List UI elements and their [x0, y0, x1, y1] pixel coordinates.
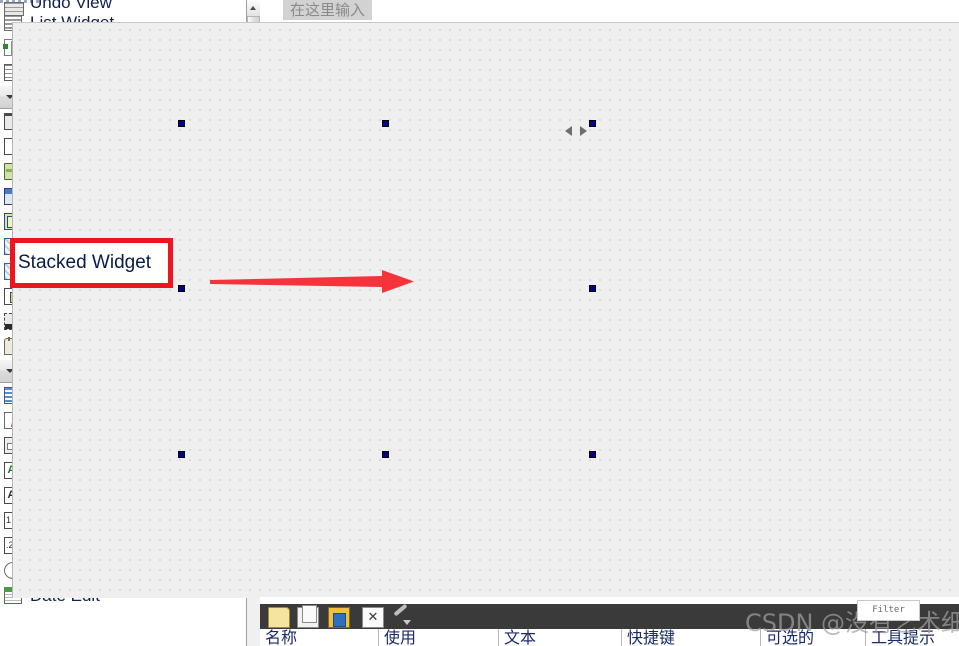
undo-view-icon [4, 2, 24, 16]
selection-handle[interactable] [178, 120, 185, 127]
selection-handle[interactable] [589, 285, 596, 292]
action-editor-column-headers[interactable]: 名称 使用 文本 快捷键 可选的 工具提示 [260, 629, 959, 646]
action-column-header[interactable]: 名称 [260, 629, 378, 646]
action-column-header[interactable]: 工具提示 [865, 629, 959, 646]
form-canvas[interactable] [12, 22, 959, 598]
wrench-icon[interactable] [391, 607, 411, 626]
form-menu-bar[interactable]: 在这里输入 [272, 0, 959, 22]
action-editor-panel[interactable]: ✕ 名称 使用 文本 快捷键 可选的 工具提示 [260, 597, 959, 646]
action-column-header[interactable]: 可选的 [760, 629, 865, 646]
action-column-header[interactable]: 使用 [378, 629, 498, 646]
selection-handle[interactable] [382, 120, 389, 127]
undo-view-label: Undo View [30, 0, 112, 12]
filter-tooltip: Filter [857, 600, 920, 621]
menu-type-here-placeholder[interactable]: 在这里输入 [283, 0, 373, 20]
selection-handle[interactable] [178, 285, 185, 292]
copy-icon[interactable] [297, 605, 319, 628]
annotation-arrow-icon [210, 270, 414, 293]
new-file-icon[interactable] [268, 607, 290, 628]
paste-icon[interactable] [328, 607, 350, 628]
action-column-header[interactable]: 快捷键 [621, 629, 760, 646]
page-nav-left-arrow-icon[interactable] [565, 126, 574, 137]
selection-handle[interactable] [178, 451, 185, 458]
selection-handle[interactable] [589, 120, 596, 127]
action-editor-toolbar[interactable]: ✕ [260, 604, 959, 629]
scrollbar-up-arrow[interactable] [247, 0, 260, 17]
qt-designer-window: Item Widgets (Item-Based)List WidgetTree… [0, 0, 959, 646]
selection-handle[interactable] [589, 451, 596, 458]
selection-handle[interactable] [382, 451, 389, 458]
action-column-header[interactable]: 文本 [498, 629, 621, 646]
annotation-highlight-label: Stacked Widget [18, 252, 152, 273]
page-nav-right-arrow-icon[interactable] [579, 126, 588, 137]
widget-box-clipped-top-row: Undo View [0, 0, 246, 16]
delete-icon[interactable]: ✕ [362, 607, 384, 628]
